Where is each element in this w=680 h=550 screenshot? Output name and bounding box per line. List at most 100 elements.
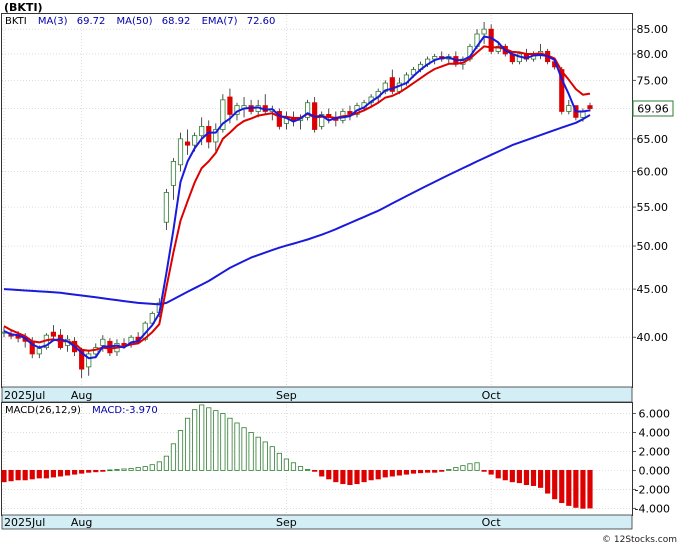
macd-y-axis: 6.000 4.000 2.000 0.000 -2.000 -4.000: [632, 407, 670, 515]
price-x-label: Sep: [276, 389, 297, 402]
candle-body: [170, 161, 177, 186]
macd-y-tick-label: -2.000: [635, 483, 670, 496]
stock-chart: 2025JulAugSepOct 85.0080.0075.0070.0065.…: [0, 0, 680, 546]
price-y-tick-label: 75.00: [637, 74, 669, 87]
macd-bar: [206, 407, 212, 471]
macd-bar: [36, 469, 42, 479]
price-y-tick-label: 65.00: [637, 133, 669, 146]
macd-bar: [347, 469, 353, 486]
macd-bar: [417, 469, 424, 474]
macd-bar: [460, 465, 466, 471]
macd-bar: [142, 466, 148, 471]
price-y-tick-label: 55.00: [637, 201, 669, 214]
macd-bar: [559, 469, 565, 504]
candle-body: [587, 105, 593, 109]
macd-bar: [1, 469, 7, 483]
macd-bar: [199, 404, 205, 471]
macd-bar: [410, 469, 417, 474]
chart-canvas: 2025JulAugSepOct 85.0080.0075.0070.0065.…: [1, 1, 677, 545]
macd-bar: [43, 469, 49, 479]
macd-bar: [192, 409, 198, 471]
macd-bar: [537, 469, 544, 488]
macd-bar: [8, 469, 14, 482]
macd-bar: [227, 417, 233, 471]
macd-bar: [502, 469, 508, 481]
candle-body: [481, 28, 487, 35]
legend-ema7-value: 72.60: [247, 16, 276, 27]
price-x-label: 2025Jul: [4, 389, 45, 402]
macd-bar: [170, 443, 177, 471]
macd-bar: [22, 469, 28, 481]
macd-x-label: Oct: [482, 516, 502, 529]
watermark: © 12Stocks.com: [602, 535, 677, 545]
macd-bar: [425, 469, 431, 473]
macd-bar: [121, 468, 127, 471]
macd-bar: [305, 469, 311, 471]
candle-body: [177, 138, 184, 166]
ticker-label: (BKTI): [4, 1, 43, 14]
macd-bar: [354, 469, 360, 485]
macd-bar: [319, 469, 325, 477]
macd-y-tick-label: 0.000: [639, 464, 671, 477]
macd-bar: [64, 469, 71, 476]
candle-body: [36, 348, 42, 355]
macd-bar: [488, 469, 494, 475]
macd-bar: [15, 469, 21, 481]
legend-ticker: BKTI: [5, 16, 27, 27]
macd-bar: [474, 462, 480, 471]
macd-y-tick-label: 4.000: [639, 426, 671, 439]
macd-bar: [241, 427, 247, 471]
candle-body: [163, 192, 169, 223]
macd-bar: [163, 455, 169, 471]
candle-body: [100, 338, 106, 346]
macd-bar: [255, 436, 261, 471]
macd-bar: [177, 430, 184, 471]
macd-bar: [262, 441, 268, 471]
macd-bar: [248, 432, 254, 471]
macd-bar: [149, 464, 155, 471]
macd-x-label: Sep: [276, 516, 297, 529]
macd-bar: [100, 469, 106, 472]
price-y-tick-label: 85.00: [637, 23, 669, 36]
macd-bar: [467, 463, 473, 471]
macd-bar: [481, 469, 487, 472]
candle-body: [50, 331, 57, 337]
macd-bar: [269, 446, 275, 471]
macd-bar: [530, 469, 537, 486]
macd-bar: [368, 469, 374, 481]
macd-y-tick-label: 6.000: [639, 407, 671, 420]
price-x-label: Aug: [71, 389, 92, 402]
legend-ma3-value: 69.72: [77, 16, 106, 27]
macd-bar: [333, 469, 339, 483]
macd-bar: [523, 469, 530, 486]
last-price-tag: 69.96: [632, 100, 674, 117]
macd-bar: [545, 469, 551, 494]
macd-y-tick-label: 2.000: [639, 445, 671, 458]
macd-bar: [326, 469, 332, 480]
macd-bar: [396, 469, 402, 476]
macd-legend-value: MACD:-3.970: [92, 405, 158, 416]
legend-ma50-label: MA(50): [117, 16, 153, 27]
price-y-tick-label: 60.00: [637, 166, 669, 179]
macd-bar: [156, 461, 162, 471]
legend-ma3-label: MA(3): [38, 16, 68, 27]
macd-bar: [389, 469, 395, 477]
macd-bar: [312, 469, 318, 472]
macd-bar: [234, 422, 240, 471]
macd-bar: [50, 469, 57, 478]
macd-bar: [220, 413, 226, 471]
macd-bar: [184, 417, 191, 471]
macd-bar: [439, 469, 445, 472]
macd-bar: [283, 458, 289, 471]
price-y-axis: 85.0080.0075.0070.0065.0060.0055.0050.00…: [632, 23, 668, 344]
macd-x-label: 2025Jul: [4, 516, 45, 529]
macd-bar: [86, 469, 92, 473]
macd-bar: [453, 467, 459, 471]
macd-y-tick-label: -4.000: [635, 502, 670, 515]
macd-bar: [495, 469, 501, 479]
macd-bar: [72, 469, 78, 475]
macd-bar: [552, 469, 558, 500]
candle-body: [566, 105, 572, 112]
macd-legend-params: MACD(26,12,9): [5, 405, 81, 416]
macd-bar: [509, 469, 515, 483]
